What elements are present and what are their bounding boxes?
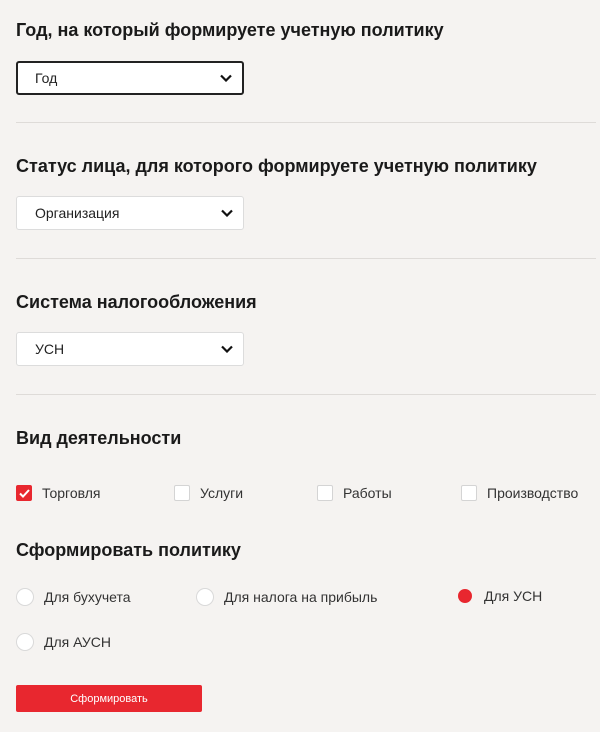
radio-circle[interactable] [458,589,472,603]
radio-ausn[interactable]: Для АУСН [16,633,111,651]
checkbox-label: Работы [343,485,392,501]
year-title: Год, на который формируете учетную полит… [16,20,444,40]
year-select-value: Год [35,70,58,86]
submit-button[interactable]: Сформировать [16,685,202,712]
status-select[interactable]: Организация [16,196,244,230]
radio-accounting[interactable]: Для бухучета [16,588,131,606]
tax-system-select-value: УСН [35,341,65,357]
checkbox-label: Производство [487,485,579,501]
checkbox-box[interactable] [16,485,32,501]
checkbox-label: Торговля [42,485,101,501]
divider [16,394,596,395]
radio-circle[interactable] [16,633,34,651]
tax-system-title: Система налогообложения [16,292,257,312]
checkbox-box[interactable] [174,485,190,501]
checkbox-box[interactable] [317,485,333,501]
chevron-down-icon [221,345,233,353]
radio-circle[interactable] [196,588,214,606]
tax-system-select[interactable]: УСН [16,332,244,366]
checkbox-works[interactable]: Работы [317,485,392,501]
radio-usn[interactable]: Для УСН [456,588,542,604]
activity-title: Вид деятельности [16,428,182,448]
divider [16,258,596,259]
checkmark-icon [18,488,30,498]
checkbox-label: Услуги [200,485,244,501]
divider [16,122,596,123]
checkbox-services[interactable]: Услуги [174,485,243,501]
year-select[interactable]: Год [16,61,244,95]
chevron-down-icon [221,209,233,217]
radio-label: Для налога на прибыль [224,589,378,605]
status-select-value: Организация [35,205,120,221]
checkbox-trade[interactable]: Торговля [16,485,100,501]
radio-label: Для АУСН [44,634,111,650]
radio-profit-tax[interactable]: Для налога на прибыль [196,588,377,606]
radio-circle[interactable] [16,588,34,606]
checkbox-box[interactable] [461,485,477,501]
radio-label: Для бухучета [44,589,131,605]
chevron-down-icon [220,74,232,82]
status-title: Статус лица, для которого формируете уче… [16,156,537,176]
radio-label: Для УСН [484,588,543,604]
checkbox-production[interactable]: Производство [461,485,578,501]
policy-title: Сформировать политику [16,540,241,560]
